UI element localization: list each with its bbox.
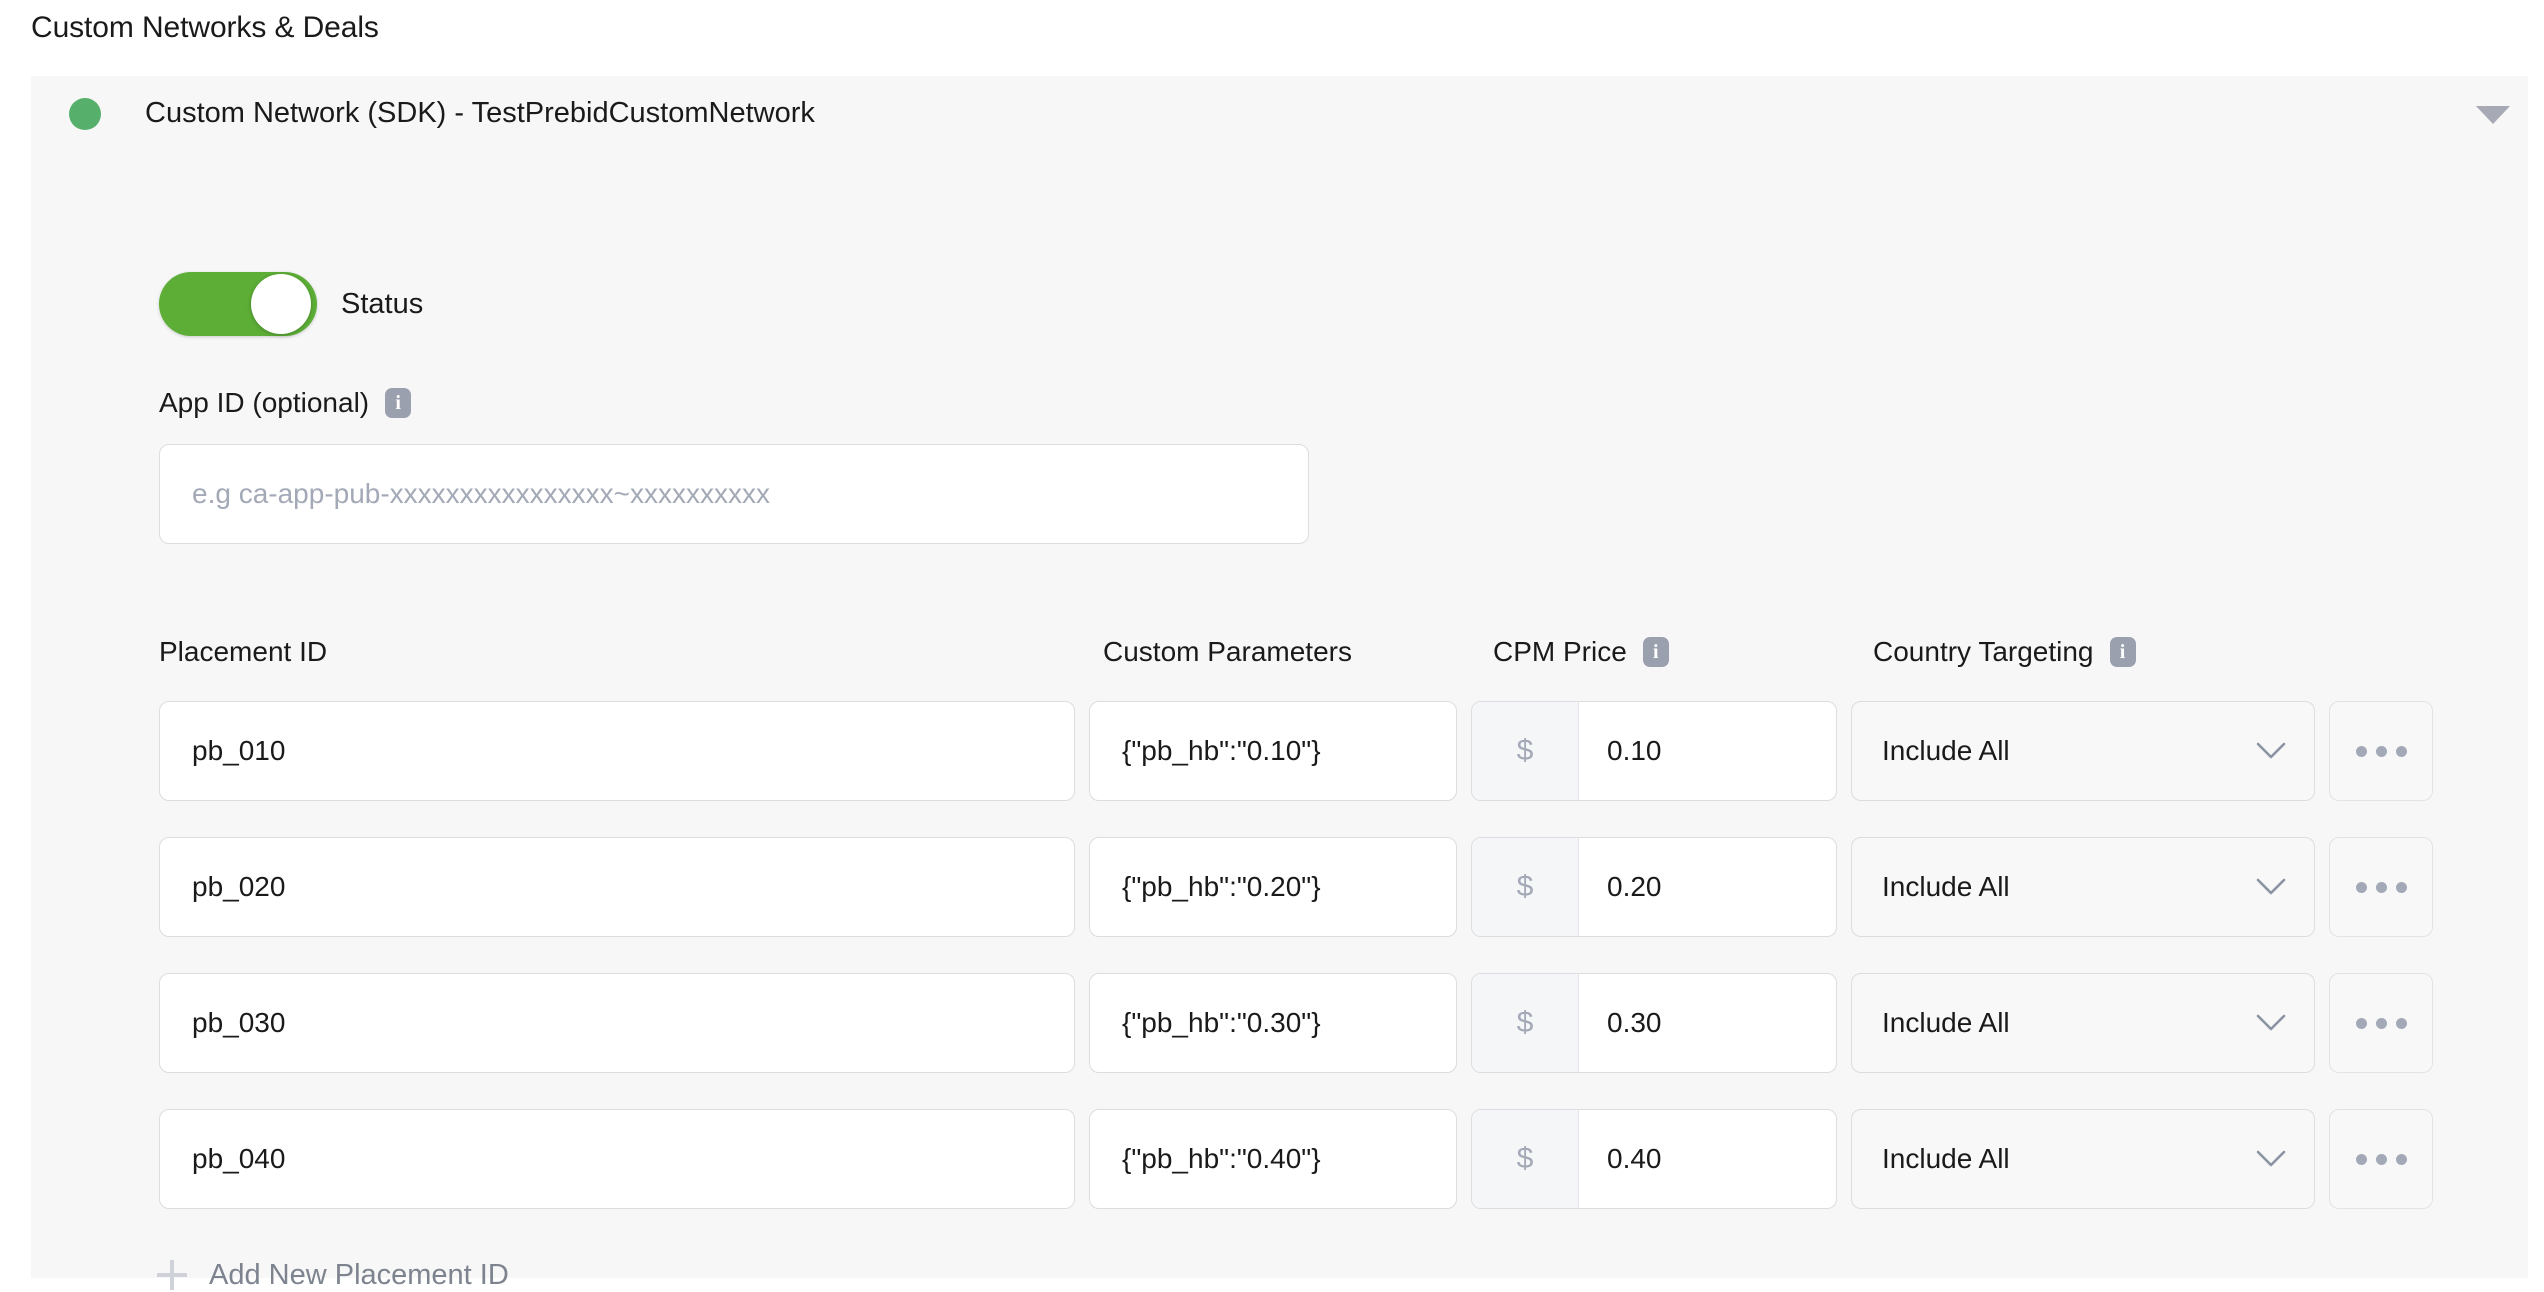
country-targeting-select[interactable]: Include All xyxy=(1851,837,2315,937)
custom-network-panel: Custom Network (SDK) - TestPrebidCustomN… xyxy=(31,76,2528,1278)
chevron-down-icon xyxy=(2256,878,2286,896)
cpm-price-field: $0.30 xyxy=(1471,973,1837,1073)
country-targeting-select[interactable]: Include All xyxy=(1851,973,2315,1073)
cpm-price-field: $0.20 xyxy=(1471,837,1837,937)
ellipsis-icon xyxy=(2356,746,2367,757)
placement-id-input[interactable]: pb_010 xyxy=(159,701,1075,801)
cpm-price-input[interactable]: 0.30 xyxy=(1579,974,1836,1072)
status-toggle-knob xyxy=(251,274,311,334)
column-header-cpm-price: CPM Price i xyxy=(1479,635,1859,669)
app-id-label-row: App ID (optional) i xyxy=(159,386,1309,420)
country-targeting-value: Include All xyxy=(1882,735,2010,767)
row-actions-menu-button[interactable] xyxy=(2329,1109,2433,1209)
ellipsis-icon xyxy=(2376,882,2387,893)
placements-table-header: Placement ID Custom Parameters CPM Price… xyxy=(159,621,2469,683)
chevron-down-icon xyxy=(2256,742,2286,760)
custom-parameters-input[interactable]: {"pb_hb":"0.10"} xyxy=(1089,701,1457,801)
country-targeting-value: Include All xyxy=(1882,1007,2010,1039)
ellipsis-icon xyxy=(2396,1154,2407,1165)
currency-symbol: $ xyxy=(1472,702,1579,800)
table-row: pb_010{"pb_hb":"0.10"}$0.10 Include All xyxy=(159,683,2469,819)
cpm-price-field: $0.10 xyxy=(1471,701,1837,801)
app-id-label: App ID (optional) xyxy=(159,386,369,420)
info-icon[interactable]: i xyxy=(385,388,411,418)
chevron-down-icon xyxy=(2256,1150,2286,1168)
add-new-placement-id-button[interactable]: Add New Placement ID xyxy=(157,1258,509,1292)
row-actions-menu-button[interactable] xyxy=(2329,837,2433,937)
plus-icon xyxy=(157,1260,187,1290)
cpm-price-field: $0.40 xyxy=(1471,1109,1837,1209)
currency-symbol: $ xyxy=(1472,974,1579,1072)
app-id-input[interactable] xyxy=(159,444,1309,544)
country-targeting-select[interactable]: Include All xyxy=(1851,701,2315,801)
app-id-block: App ID (optional) i xyxy=(159,386,1309,544)
ellipsis-icon xyxy=(2396,1018,2407,1029)
page-title: Custom Networks & Deals xyxy=(31,8,379,48)
chevron-down-icon xyxy=(2256,1014,2286,1032)
ellipsis-icon xyxy=(2356,1018,2367,1029)
placements-rows: pb_010{"pb_hb":"0.10"}$0.10Include Allpb… xyxy=(159,683,2469,1227)
ellipsis-icon xyxy=(2356,1154,2367,1165)
column-header-custom-parameters: Custom Parameters xyxy=(1089,635,1479,669)
status-toggle[interactable] xyxy=(159,272,317,336)
column-header-country-targeting-label: Country Targeting xyxy=(1873,635,2094,669)
placements-table: Placement ID Custom Parameters CPM Price… xyxy=(159,621,2469,1227)
custom-parameters-input[interactable]: {"pb_hb":"0.30"} xyxy=(1089,973,1457,1073)
country-targeting-value: Include All xyxy=(1882,1143,2010,1175)
table-row: pb_030{"pb_hb":"0.30"}$0.30 Include All xyxy=(159,955,2469,1091)
placement-id-input[interactable]: pb_030 xyxy=(159,973,1075,1073)
cpm-price-input[interactable]: 0.20 xyxy=(1579,838,1836,936)
caret-down-icon[interactable] xyxy=(2476,104,2510,126)
currency-symbol: $ xyxy=(1472,1110,1579,1208)
row-actions-menu-button[interactable] xyxy=(2329,701,2433,801)
ellipsis-icon xyxy=(2376,746,2387,757)
column-header-placement-id: Placement ID xyxy=(159,635,1089,669)
ellipsis-icon xyxy=(2356,882,2367,893)
cpm-price-input[interactable]: 0.40 xyxy=(1579,1110,1836,1208)
network-status-dot xyxy=(69,98,101,130)
currency-symbol: $ xyxy=(1472,838,1579,936)
ellipsis-icon xyxy=(2396,746,2407,757)
status-toggle-label: Status xyxy=(341,287,423,321)
ellipsis-icon xyxy=(2376,1154,2387,1165)
info-icon[interactable]: i xyxy=(2110,637,2136,667)
ellipsis-icon xyxy=(2376,1018,2387,1029)
network-panel-header[interactable]: Custom Network (SDK) - TestPrebidCustomN… xyxy=(31,76,2528,148)
placement-id-input[interactable]: pb_040 xyxy=(159,1109,1075,1209)
status-toggle-row: Status xyxy=(159,272,423,336)
placement-id-input[interactable]: pb_020 xyxy=(159,837,1075,937)
column-header-country-targeting: Country Targeting i xyxy=(1859,635,2337,669)
add-new-placement-id-label: Add New Placement ID xyxy=(209,1258,509,1292)
info-icon[interactable]: i xyxy=(1643,637,1669,667)
network-panel-title: Custom Network (SDK) - TestPrebidCustomN… xyxy=(145,93,815,133)
cpm-price-input[interactable]: 0.10 xyxy=(1579,702,1836,800)
ellipsis-icon xyxy=(2396,882,2407,893)
column-header-cpm-price-label: CPM Price xyxy=(1493,635,1627,669)
table-row: pb_020{"pb_hb":"0.20"}$0.20 Include All xyxy=(159,819,2469,955)
custom-parameters-input[interactable]: {"pb_hb":"0.20"} xyxy=(1089,837,1457,937)
country-targeting-value: Include All xyxy=(1882,871,2010,903)
row-actions-menu-button[interactable] xyxy=(2329,973,2433,1073)
country-targeting-select[interactable]: Include All xyxy=(1851,1109,2315,1209)
custom-parameters-input[interactable]: {"pb_hb":"0.40"} xyxy=(1089,1109,1457,1209)
table-row: pb_040{"pb_hb":"0.40"}$0.40 Include All xyxy=(159,1091,2469,1227)
